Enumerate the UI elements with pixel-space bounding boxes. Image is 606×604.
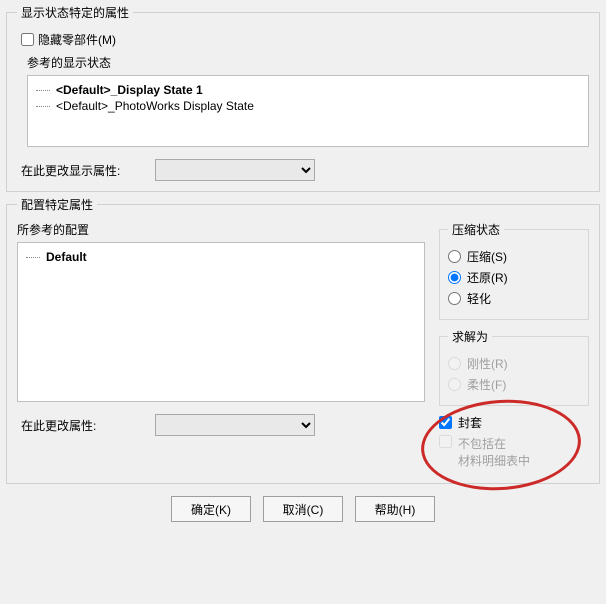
compress-legend: 压缩状态 <box>448 221 504 238</box>
config-tree[interactable]: Default <box>17 242 425 402</box>
compress-state-group: 压缩状态 压缩(S) 还原(R) 轻化 <box>439 221 589 320</box>
display-state-legend: 显示状态特定的属性 <box>17 4 133 21</box>
solve-as-group: 求解为 刚性(R) 柔性(F) <box>439 328 589 406</box>
solve-legend: 求解为 <box>448 328 492 345</box>
cancel-button[interactable]: 取消(C) <box>263 496 343 522</box>
change-display-attr-label: 在此更改显示属性: <box>21 162 141 179</box>
ok-button[interactable]: 确定(K) <box>171 496 251 522</box>
hide-components-checkbox[interactable] <box>21 33 34 46</box>
rigid-radio <box>448 357 461 370</box>
exclude-bom-checkbox <box>439 435 452 448</box>
restore-radio-label[interactable]: 还原(R) <box>467 269 508 286</box>
compress-radio[interactable] <box>448 250 461 263</box>
dialog-button-row: 确定(K) 取消(C) 帮助(H) <box>0 496 606 522</box>
flexible-radio-label: 柔性(F) <box>467 376 506 393</box>
envelope-checkbox[interactable] <box>439 416 452 429</box>
display-state-tree[interactable]: <Default>_Display State 1 <Default>_Phot… <box>27 75 589 147</box>
light-radio-label[interactable]: 轻化 <box>467 290 491 307</box>
rigid-radio-label: 刚性(R) <box>467 355 508 372</box>
config-properties-group: 配置特定属性 所参考的配置 Default 在此更改属性: 压缩状态 压缩(S) <box>6 196 600 484</box>
change-attr-combo[interactable] <box>155 414 315 436</box>
change-attr-label: 在此更改属性: <box>21 417 141 434</box>
hide-components-label[interactable]: 隐藏零部件(M) <box>38 31 116 48</box>
config-item[interactable]: Default <box>26 249 416 265</box>
config-legend: 配置特定属性 <box>17 196 97 213</box>
compress-radio-label[interactable]: 压缩(S) <box>467 248 507 265</box>
display-state-item[interactable]: <Default>_Display State 1 <box>36 82 580 98</box>
help-button[interactable]: 帮助(H) <box>355 496 435 522</box>
display-state-item[interactable]: <Default>_PhotoWorks Display State <box>36 98 580 114</box>
reference-display-state-label: 参考的显示状态 <box>27 54 589 71</box>
display-state-properties-group: 显示状态特定的属性 隐藏零部件(M) 参考的显示状态 <Default>_Dis… <box>6 4 600 192</box>
light-radio[interactable] <box>448 292 461 305</box>
change-display-attr-combo[interactable] <box>155 159 315 181</box>
flexible-radio <box>448 378 461 391</box>
restore-radio[interactable] <box>448 271 461 284</box>
referenced-config-label: 所参考的配置 <box>17 221 425 238</box>
envelope-label[interactable]: 封套 <box>458 414 482 431</box>
exclude-bom-label: 不包括在 材料明细表中 <box>458 435 530 469</box>
